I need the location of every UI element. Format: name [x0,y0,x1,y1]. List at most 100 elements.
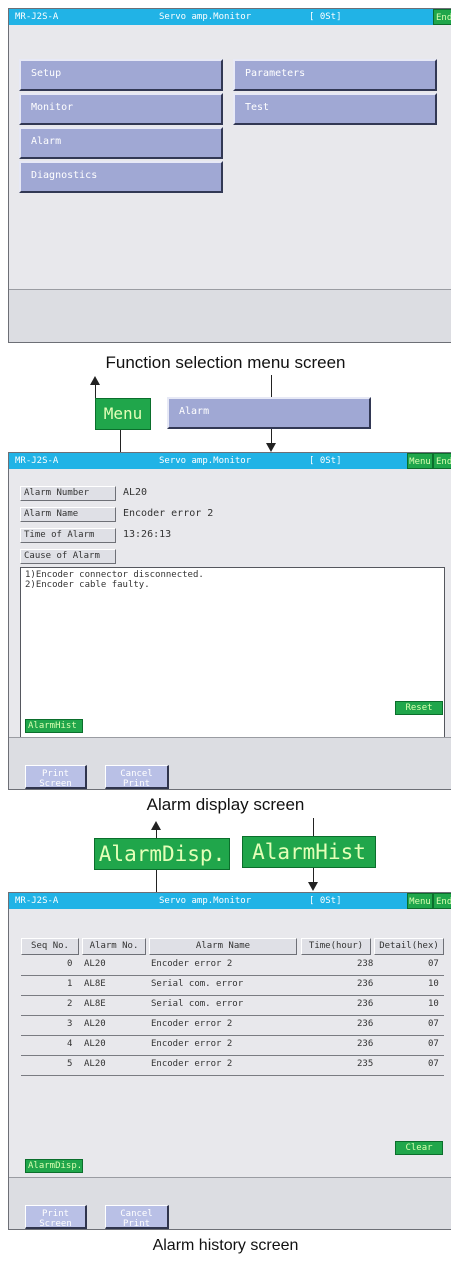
caption-menu-screen: Function selection menu screen [105,353,346,372]
detail-cell: 07 [428,1039,439,1049]
alarm-name-cell: Serial com. error [151,979,244,989]
connector-line [120,430,121,452]
menu-item-diagnostics[interactable]: Diagnostics [19,161,223,193]
menu-item-parameters[interactable]: Parameters [233,59,437,91]
screen-title: Servo amp.Monitor [159,12,252,22]
seq-cell: 5 [67,1059,73,1069]
table-row: 2 AL8E Serial com. error 236 10 [21,998,444,1016]
alarm-display-screen: MR-J2S-A Servo amp.Monitor [ 0St] Menu E… [8,452,451,790]
alarm-time-value: 13:26:13 [123,529,172,540]
end-button[interactable]: End [433,9,451,25]
alarm-name-cell: Encoder error 2 [151,1059,233,1069]
cancel-print-line2: Print [122,1219,151,1229]
detail-cell: 07 [428,1019,439,1029]
connector-line [271,429,272,444]
print-screen-button[interactable]: Print Screen [25,765,87,789]
seq-cell: 4 [67,1039,73,1049]
menu-item-alarm[interactable]: Alarm [19,127,223,159]
alarm-no-cell: AL20 [84,1059,106,1069]
alarm-name-cell: Encoder error 2 [151,959,233,969]
model-label: MR-J2S-A [15,896,59,906]
alarm-number-label: Alarm Number [20,486,116,501]
alarm-time-label: Time of Alarm [20,528,116,543]
header-alarm-name: Alarm Name [149,938,297,955]
alarm-hist-button[interactable]: AlarmHist [25,719,83,733]
detail-cell: 10 [428,999,439,1009]
screen-title: Servo amp.Monitor [159,896,252,906]
table-row: 3 AL20 Encoder error 2 236 07 [21,1018,444,1036]
connector-line [313,868,314,883]
time-cell: 236 [357,979,374,989]
header-detail-hex: Detail(hex) [374,938,444,955]
arrow-down-icon [266,443,276,452]
seq-cell: 0 [67,959,73,969]
end-button[interactable]: End [433,453,451,469]
menu-nav-button[interactable]: Menu [95,398,151,430]
connector-line [313,818,314,836]
menu-item-monitor[interactable]: Monitor [19,93,223,125]
alarm-number-value: AL20 [123,487,148,498]
menu-item-test[interactable]: Test [233,93,437,125]
table-row: 1 AL8E Serial com. error 236 10 [21,978,444,996]
alarm-hist-nav-button[interactable]: AlarmHist [242,836,376,868]
model-label: MR-J2S-A [15,456,59,466]
alarm-disp-nav-button[interactable]: AlarmDisp. [94,838,230,870]
title-bar: MR-J2S-A Servo amp.Monitor [ 0St] [9,9,451,25]
time-cell: 236 [357,999,374,1009]
function-menu-screen: MR-J2S-A Servo amp.Monitor [ 0St] End Se… [8,8,451,343]
alarm-name-value: Encoder error 2 [123,508,214,519]
time-cell: 236 [357,1039,374,1049]
time-cell: 235 [357,1059,374,1069]
station-label: [ 0St] [309,896,342,906]
alarm-name-label: Alarm Name [20,507,116,522]
alarm-name-cell: Encoder error 2 [151,1019,233,1029]
alarm-name-cell: Serial com. error [151,999,244,1009]
seq-cell: 2 [67,999,73,1009]
model-label: MR-J2S-A [15,12,59,22]
arrow-up-icon [90,376,100,385]
cause-text: 1)Encoder connector disconnected. 2)Enco… [20,567,445,742]
station-label: [ 0St] [309,456,342,466]
arrow-down-icon [308,882,318,891]
end-button[interactable]: End [433,893,451,909]
bottom-bar [9,289,451,342]
alarm-no-cell: AL20 [84,1019,106,1029]
menu-button[interactable]: Menu [407,453,433,469]
caption-alarm-screen: Alarm display screen [146,795,305,814]
screen-title: Servo amp.Monitor [159,456,252,466]
alarm-nav-button[interactable]: Alarm [167,397,371,429]
alarm-no-cell: AL20 [84,959,106,969]
alarm-no-cell: AL8E [84,979,106,989]
title-bar: MR-J2S-A Servo amp.Monitor [ 0St] [9,893,451,909]
menu-item-setup[interactable]: Setup [19,59,223,91]
print-screen-line1: Print [41,769,70,779]
reset-button[interactable]: Reset [395,701,443,715]
cancel-print-line1: Cancel [120,1209,153,1219]
header-alarm-no: Alarm No. [82,938,146,955]
time-cell: 236 [357,1019,374,1029]
detail-cell: 07 [428,1059,439,1069]
clear-button[interactable]: Clear [395,1141,443,1155]
detail-cell: 10 [428,979,439,989]
alarm-disp-button[interactable]: AlarmDisp. [25,1159,83,1173]
connector-line [156,829,157,838]
detail-cell: 07 [428,959,439,969]
time-cell: 238 [357,959,374,969]
alarm-no-cell: AL8E [84,999,106,1009]
seq-cell: 3 [67,1019,73,1029]
print-screen-button[interactable]: Print Screen [25,1205,87,1229]
cause-label: Cause of Alarm [20,549,116,564]
station-label: [ 0St] [309,12,342,22]
title-bar: MR-J2S-A Servo amp.Monitor [ 0St] [9,453,451,469]
table-row: 4 AL20 Encoder error 2 236 07 [21,1038,444,1056]
connector-line [271,375,272,397]
seq-cell: 1 [67,979,73,989]
header-seq-no: Seq No. [21,938,79,955]
cancel-print-button[interactable]: Cancel Print [105,765,169,789]
alarm-no-cell: AL20 [84,1039,106,1049]
cancel-print-line2: Print [122,779,151,789]
cancel-print-button[interactable]: Cancel Print [105,1205,169,1229]
table-row: 0 AL20 Encoder error 2 238 07 [21,958,444,976]
menu-button[interactable]: Menu [407,893,433,909]
alarm-history-screen: MR-J2S-A Servo amp.Monitor [ 0St] Menu E… [8,892,451,1230]
